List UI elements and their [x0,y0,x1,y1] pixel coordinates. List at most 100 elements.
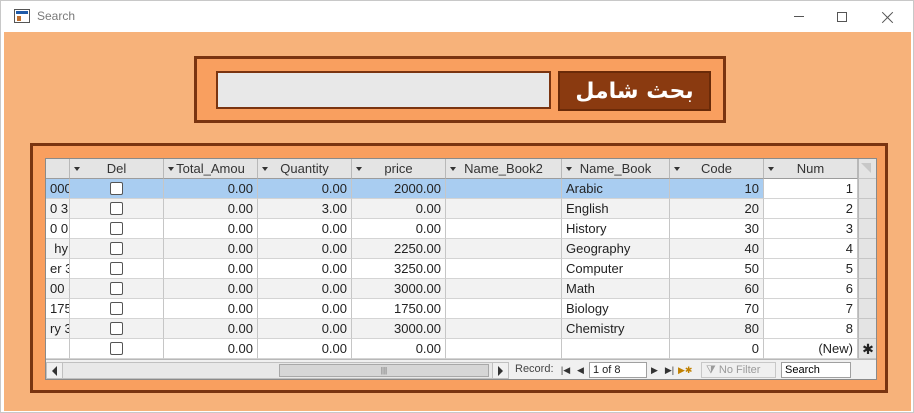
cell-code[interactable]: 0 [670,339,764,359]
previous-record-button[interactable]: ◀ [574,363,587,377]
cell-total[interactable]: 0.00 [164,319,258,339]
column-header-total[interactable]: Total_Amou [164,159,258,179]
minimize-button[interactable] [776,1,822,32]
search-input[interactable] [216,71,551,109]
cell-name2[interactable] [446,199,562,219]
cell-num[interactable]: 1 [764,179,858,199]
del-checkbox[interactable] [110,342,123,355]
cell-code[interactable]: 40 [670,239,764,259]
cell-code[interactable]: 80 [670,319,764,339]
cell-del[interactable] [70,279,164,299]
table-row[interactable]: er 30.000.003250.00Computer505 [46,259,876,279]
new-record-row[interactable]: 0.00 0.00 0.00 0 (New) ✱ [46,339,876,359]
cell-cut[interactable]: 0 0 ( [46,219,70,239]
scroll-left-button[interactable] [47,363,63,378]
cell-num[interactable]: 2 [764,199,858,219]
del-checkbox[interactable] [110,302,123,315]
cell-name[interactable]: History [562,219,670,239]
cell-name2[interactable] [446,279,562,299]
record-search-input[interactable] [781,362,851,378]
cell-total[interactable]: 0.00 [164,259,258,279]
cell-num[interactable]: 4 [764,239,858,259]
column-header-num[interactable]: Num [764,159,858,179]
sort-dropdown-icon[interactable] [356,167,362,171]
column-header-name[interactable]: Name_Book [562,159,670,179]
cell-del[interactable] [70,339,164,359]
cell-name[interactable]: Computer [562,259,670,279]
cell-name2[interactable] [446,239,562,259]
sort-dropdown-icon[interactable] [450,167,456,171]
cell-name2[interactable] [446,299,562,319]
del-checkbox[interactable] [110,322,123,335]
table-row[interactable]: ry 3 0.00 0.00 3000.00 Chemistry 80 8 [46,319,876,339]
cell-cut[interactable]: hy [46,239,70,259]
cell-name[interactable]: Arabic [562,179,670,199]
sort-dropdown-icon[interactable] [262,167,268,171]
record-selector[interactable] [858,299,876,319]
cell-qty[interactable]: 0.00 [258,339,352,359]
cell-name[interactable]: Geography [562,239,670,259]
cell-name[interactable]: Chemistry [562,319,670,339]
last-record-button[interactable]: ▶| [663,363,676,377]
record-selector[interactable] [858,179,876,199]
record-selector[interactable] [858,259,876,279]
no-filter-indicator[interactable]: ⧩ No Filter [701,362,776,378]
scroll-thumb[interactable]: ||| [279,364,489,377]
record-selector[interactable] [858,239,876,259]
cell-qty[interactable]: 0.00 [258,239,352,259]
column-header-del[interactable]: Del [70,159,164,179]
cell-qty[interactable]: 0.00 [258,299,352,319]
sort-dropdown-icon[interactable] [74,167,80,171]
cell-code[interactable]: 10 [670,179,764,199]
cell-total[interactable]: 0.00 [164,199,258,219]
table-row[interactable]: 175 0.00 0.00 1750.00 Biology 70 7 [46,299,876,319]
cell-name[interactable]: Math [562,279,670,299]
cell-code[interactable]: 20 [670,199,764,219]
cell-num[interactable]: 7 [764,299,858,319]
cell-total[interactable]: 0.00 [164,279,258,299]
table-row[interactable]: 00 (0.000.003000.00Math606 [46,279,876,299]
horizontal-scrollbar[interactable]: ||| [46,362,509,379]
select-all-corner[interactable] [861,163,871,173]
scroll-right-button[interactable] [492,363,508,378]
table-row[interactable]: 000 0.00 0.00 2000.00 Arabic 10 1 [46,179,876,199]
cell-name2[interactable] [446,339,562,359]
cell-price[interactable]: 1750.00 [352,299,446,319]
del-checkbox[interactable] [110,242,123,255]
cell-cut[interactable]: er 3 [46,259,70,279]
column-header-cut[interactable] [46,159,70,179]
cell-price[interactable]: 0.00 [352,199,446,219]
cell-name2[interactable] [446,219,562,239]
cell-code[interactable]: 70 [670,299,764,319]
first-record-button[interactable]: |◀ [559,363,572,377]
cell-cut[interactable]: ry 3 [46,319,70,339]
del-checkbox[interactable] [110,182,123,195]
cell-num[interactable]: 5 [764,259,858,279]
cell-num[interactable]: (New) [764,339,858,359]
cell-price[interactable]: 2000.00 [352,179,446,199]
record-selector[interactable] [858,199,876,219]
cell-cut[interactable]: 00 ( [46,279,70,299]
cell-name2[interactable] [446,179,562,199]
cell-code[interactable]: 60 [670,279,764,299]
cell-cut[interactable]: 175 [46,299,70,319]
next-record-button[interactable]: ▶ [648,363,661,377]
cell-name[interactable] [562,339,670,359]
cell-del[interactable] [70,259,164,279]
cell-code[interactable]: 50 [670,259,764,279]
record-selector[interactable] [858,279,876,299]
cell-num[interactable]: 6 [764,279,858,299]
cell-total[interactable]: 0.00 [164,339,258,359]
column-header-qty[interactable]: Quantity [258,159,352,179]
cell-price[interactable]: 3250.00 [352,259,446,279]
cell-cut[interactable] [46,339,70,359]
cell-price[interactable]: 0.00 [352,219,446,239]
record-selector[interactable] [858,319,876,339]
column-header-name2[interactable]: Name_Book2 [446,159,562,179]
column-header-price[interactable]: price [352,159,446,179]
table-row[interactable]: 0 0 (0.000.000.00History303 [46,219,876,239]
record-selector[interactable] [858,219,876,239]
cell-name[interactable]: Biology [562,299,670,319]
cell-qty[interactable]: 0.00 [258,219,352,239]
cell-del[interactable] [70,239,164,259]
